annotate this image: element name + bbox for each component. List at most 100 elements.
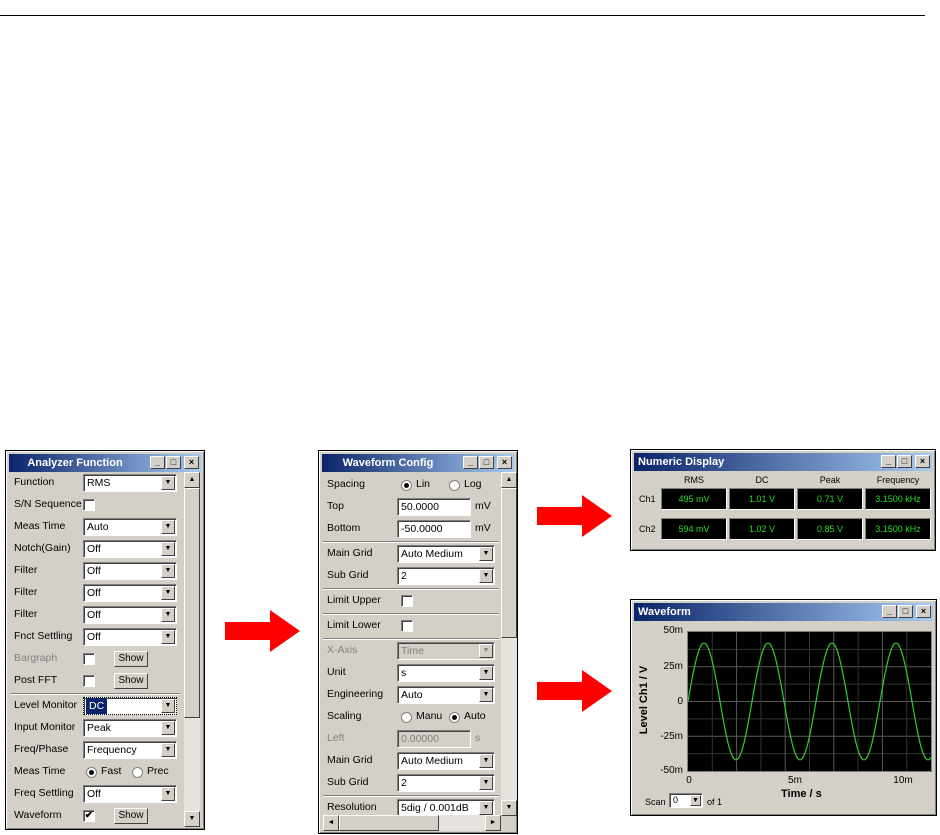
- numeric-display-window: Numeric Display _ □ × RMS DC Peak Freque…: [630, 449, 936, 551]
- row-sn-sequence: S/N Sequence: [10, 494, 180, 516]
- row-filter-3: Filter Off ▼: [10, 604, 180, 626]
- chevron-down-icon[interactable]: ▼: [479, 776, 493, 790]
- minimize-button[interactable]: _: [463, 456, 478, 469]
- sub-grid-select[interactable]: 2 ▼: [397, 567, 495, 585]
- engineering-select[interactable]: Auto ▼: [397, 686, 495, 704]
- freq-settling-select[interactable]: Off ▼: [83, 785, 177, 803]
- maximize-button[interactable]: □: [479, 456, 494, 469]
- notch-select[interactable]: Off ▼: [83, 540, 177, 558]
- waveform-titlebar[interactable]: Waveform _ □ ×: [634, 603, 933, 621]
- chevron-down-icon[interactable]: ▼: [479, 569, 493, 583]
- waveform-config-titlebar[interactable]: Waveform Config _ □ ×: [322, 454, 514, 472]
- y-tick: -25m: [660, 731, 683, 742]
- chevron-down-icon[interactable]: ▼: [161, 476, 175, 490]
- chevron-down-icon[interactable]: ▼: [161, 721, 175, 735]
- minimize-button[interactable]: _: [150, 456, 165, 469]
- waveform-show-button[interactable]: Show: [114, 808, 148, 824]
- chevron-down-icon[interactable]: ▼: [161, 520, 175, 534]
- config-vertical-scrollbar[interactable]: ▲ ▼: [501, 472, 517, 816]
- fast-radio[interactable]: [86, 767, 97, 778]
- chevron-down-icon[interactable]: ▼: [161, 699, 175, 713]
- limit-upper-checkbox[interactable]: [401, 595, 413, 607]
- meas-time-select[interactable]: Auto ▼: [83, 518, 177, 536]
- sub-grid-2-select[interactable]: 2 ▼: [397, 774, 495, 792]
- unit-select[interactable]: s ▼: [397, 664, 495, 682]
- freq-phase-select[interactable]: Frequency ▼: [83, 741, 177, 759]
- chevron-down-icon[interactable]: ▼: [161, 564, 175, 578]
- chevron-down-icon[interactable]: ▼: [161, 608, 175, 622]
- limit-lower-checkbox[interactable]: [401, 620, 413, 632]
- chevron-down-icon[interactable]: ▼: [479, 801, 493, 815]
- maximize-button[interactable]: □: [897, 455, 912, 468]
- filter-1-select[interactable]: Off ▼: [83, 562, 177, 580]
- chevron-down-icon[interactable]: ▼: [161, 586, 175, 600]
- scroll-up-icon[interactable]: ▲: [501, 472, 517, 488]
- column-header: DC: [755, 475, 769, 485]
- analyzer-vertical-scrollbar[interactable]: ▲ ▼: [184, 472, 200, 827]
- row-bargraph: Bargraph Show: [10, 648, 180, 670]
- main-grid-select[interactable]: Auto Medium ▼: [397, 545, 495, 563]
- scan-of-label: of 1: [707, 797, 723, 807]
- function-select[interactable]: RMS ▼: [83, 474, 177, 492]
- scroll-thumb[interactable]: [184, 488, 200, 718]
- bargraph-checkbox[interactable]: [83, 653, 95, 665]
- log-radio[interactable]: [449, 480, 460, 491]
- bargraph-show-button[interactable]: Show: [114, 651, 148, 667]
- close-button[interactable]: ×: [184, 456, 199, 469]
- chevron-down-icon[interactable]: ▼: [161, 542, 175, 556]
- chevron-down-icon[interactable]: ▼: [690, 795, 701, 806]
- left-input[interactable]: 0.00000: [397, 730, 471, 748]
- post-fft-checkbox[interactable]: [83, 675, 95, 687]
- minimize-button[interactable]: _: [882, 605, 897, 618]
- scan-select[interactable]: 0 ▼: [669, 793, 703, 808]
- manu-radio[interactable]: [401, 712, 412, 723]
- chevron-down-icon[interactable]: ▼: [479, 666, 493, 680]
- lin-label: Lin: [416, 478, 431, 490]
- maximize-button[interactable]: □: [166, 456, 181, 469]
- chevron-down-icon[interactable]: ▼: [161, 743, 175, 757]
- scroll-left-icon[interactable]: ◄: [323, 815, 339, 831]
- chevron-down-icon[interactable]: ▼: [161, 630, 175, 644]
- close-button[interactable]: ×: [915, 455, 930, 468]
- chevron-down-icon[interactable]: ▼: [479, 688, 493, 702]
- close-button[interactable]: ×: [916, 605, 931, 618]
- y-tick: 0: [677, 696, 683, 707]
- lin-radio[interactable]: [401, 480, 412, 491]
- bottom-input[interactable]: -50.0000: [397, 520, 471, 538]
- numeric-display-titlebar[interactable]: Numeric Display _ □ ×: [634, 453, 932, 471]
- minimize-button[interactable]: _: [881, 455, 896, 468]
- prec-radio[interactable]: [132, 767, 143, 778]
- arrow-right-icon: [537, 495, 612, 537]
- config-horizontal-scrollbar[interactable]: ◄ ►: [323, 815, 501, 831]
- chevron-down-icon[interactable]: ▼: [161, 787, 175, 801]
- scroll-down-icon[interactable]: ▼: [501, 800, 517, 816]
- analyzer-function-titlebar[interactable]: Analyzer Function _ □ ×: [9, 454, 201, 472]
- level-monitor-select[interactable]: DC ▼: [83, 697, 177, 715]
- maximize-button[interactable]: □: [898, 605, 913, 618]
- fnct-settling-select[interactable]: Off ▼: [83, 628, 177, 646]
- auto-radio[interactable]: [449, 712, 460, 723]
- sn-sequence-checkbox[interactable]: [83, 499, 95, 511]
- waveform-label: Waveform: [14, 809, 62, 821]
- filter-label: Filter: [14, 564, 38, 576]
- x-tick: 0: [686, 775, 692, 786]
- main-grid-2-select[interactable]: Auto Medium ▼: [397, 752, 495, 770]
- scroll-up-icon[interactable]: ▲: [184, 472, 200, 488]
- scroll-down-icon[interactable]: ▼: [184, 811, 200, 827]
- scroll-right-icon[interactable]: ►: [485, 815, 501, 831]
- chevron-down-icon[interactable]: ▼: [479, 547, 493, 561]
- close-button[interactable]: ×: [497, 456, 512, 469]
- waveform-plot[interactable]: [687, 631, 932, 772]
- scroll-thumb[interactable]: [501, 488, 517, 638]
- chevron-down-icon[interactable]: ▼: [479, 754, 493, 768]
- filter-3-select[interactable]: Off ▼: [83, 606, 177, 624]
- waveform-checkbox[interactable]: ✔: [83, 810, 95, 822]
- x-axis-select[interactable]: Time ▼: [397, 642, 495, 660]
- row-level-monitor: Level Monitor DC ▼: [10, 695, 180, 717]
- post-fft-show-button[interactable]: Show: [114, 673, 148, 689]
- input-monitor-select[interactable]: Peak ▼: [83, 719, 177, 737]
- scroll-thumb[interactable]: [339, 815, 439, 831]
- top-input[interactable]: 50.0000: [397, 498, 471, 516]
- chevron-down-icon[interactable]: ▼: [479, 644, 493, 658]
- filter-2-select[interactable]: Off ▼: [83, 584, 177, 602]
